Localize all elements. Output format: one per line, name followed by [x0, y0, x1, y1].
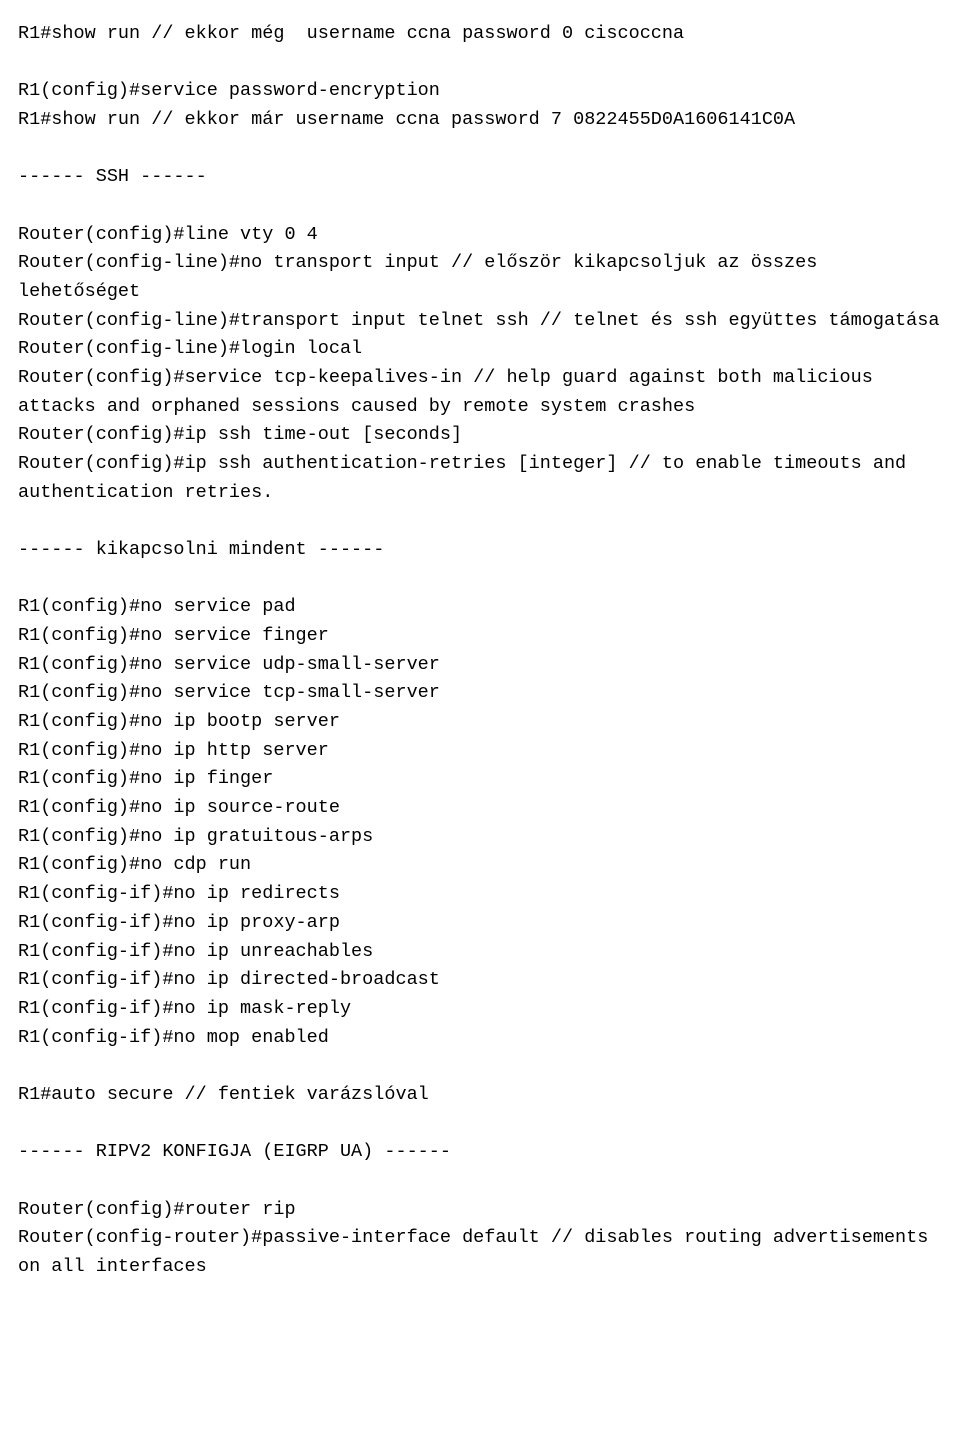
text-line [18, 1167, 942, 1196]
text-line: Router(config)#service tcp-keepalives-in… [18, 364, 942, 421]
text-line: R1(config-if)#no ip unreachables [18, 938, 942, 967]
text-line: Router(config-line)#transport input teln… [18, 307, 942, 336]
text-line: Router(config)#ip ssh time-out [seconds] [18, 421, 942, 450]
text-line: R1(config)#no ip gratuitous-arps [18, 823, 942, 852]
text-line: R1(config-if)#no ip directed-broadcast [18, 966, 942, 995]
text-line: R1(config)#no service finger [18, 622, 942, 651]
text-line: Router(config-router)#passive-interface … [18, 1224, 942, 1281]
text-line [18, 1110, 942, 1139]
text-line: ------ SSH ------ [18, 163, 942, 192]
text-line: R1#auto secure // fentiek varázslóval [18, 1081, 942, 1110]
text-line: R1(config)#no service tcp-small-server [18, 679, 942, 708]
text-line: R1(config)#no service udp-small-server [18, 651, 942, 680]
text-line: R1(config)#no ip source-route [18, 794, 942, 823]
text-line [18, 1052, 942, 1081]
text-line: R1(config)#service password-encryption [18, 77, 942, 106]
text-line: R1(config-if)#no ip proxy-arp [18, 909, 942, 938]
text-line [18, 507, 942, 536]
text-line [18, 49, 942, 78]
text-line: Router(config)#ip ssh authentication-ret… [18, 450, 942, 507]
text-line: R1(config)#no cdp run [18, 851, 942, 880]
text-line: Router(config-line)#login local [18, 335, 942, 364]
text-line: R1(config)#no ip http server [18, 737, 942, 766]
text-line: R1(config)#no service pad [18, 593, 942, 622]
text-line: ------ RIPV2 KONFIGJA (EIGRP UA) ------ [18, 1138, 942, 1167]
text-line [18, 135, 942, 164]
text-line: R1(config)#no ip finger [18, 765, 942, 794]
text-line: Router(config-line)#no transport input /… [18, 249, 942, 306]
text-line [18, 192, 942, 221]
text-line: ------ kikapcsolni mindent ------ [18, 536, 942, 565]
document-content: R1#show run // ekkor még username ccna p… [18, 20, 942, 1282]
text-line: R1#show run // ekkor még username ccna p… [18, 20, 942, 49]
text-line: R1(config)#no ip bootp server [18, 708, 942, 737]
text-line: R1(config-if)#no mop enabled [18, 1024, 942, 1053]
text-line: Router(config)#router rip [18, 1196, 942, 1225]
text-line: R1(config-if)#no ip redirects [18, 880, 942, 909]
text-line: R1#show run // ekkor már username ccna p… [18, 106, 942, 135]
text-line: R1(config-if)#no ip mask-reply [18, 995, 942, 1024]
text-line [18, 565, 942, 594]
text-line: Router(config)#line vty 0 4 [18, 221, 942, 250]
